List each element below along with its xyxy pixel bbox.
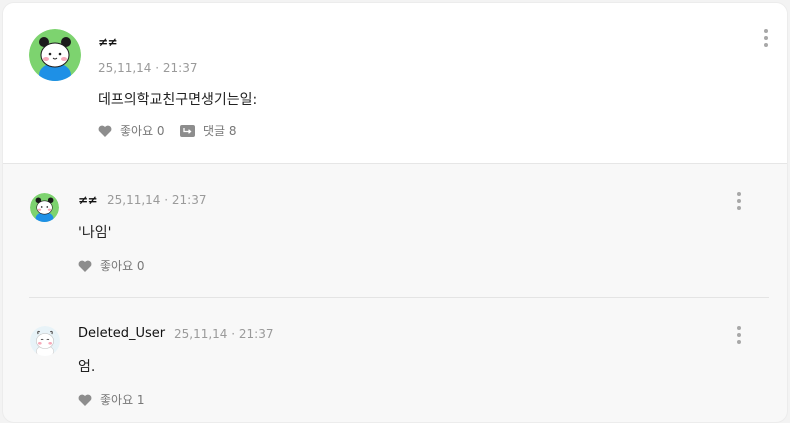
- main-post: ≠≠ 25,11,14 · 21:37 데프의학교친구면생기는일: 좋아요 0 …: [3, 3, 787, 164]
- comment-timestamp: 25,11,14 · 21:37: [107, 193, 207, 207]
- post-content: 데프의학교친구면생기는일:: [98, 92, 258, 108]
- post-more-menu-icon[interactable]: [759, 29, 773, 47]
- comment-timestamp: 25,11,14 · 21:37: [174, 327, 274, 341]
- comment-divider: [29, 297, 769, 298]
- comment-author-avatar[interactable]: [30, 193, 59, 222]
- comment-content: 엄.: [78, 359, 96, 375]
- post-timestamp: 25,11,14 · 21:37: [98, 61, 198, 75]
- comment-like-button[interactable]: 좋아요 1: [78, 391, 145, 408]
- heart-icon: [78, 394, 92, 406]
- heart-icon: [78, 260, 92, 272]
- post-author-name[interactable]: ≠≠: [98, 35, 118, 49]
- comment-author-avatar[interactable]: [30, 326, 60, 356]
- comment-content: '나임': [78, 225, 112, 241]
- comment-thread-card: ≠≠ 25,11,14 · 21:37 데프의학교친구면생기는일: 좋아요 0 …: [2, 2, 788, 423]
- comment-more-menu-icon[interactable]: [732, 192, 746, 210]
- post-like-label: 좋아요 0: [120, 124, 165, 138]
- reply-arrow-icon: [180, 124, 195, 137]
- post-comment-button[interactable]: 댓글 8: [180, 122, 237, 139]
- post-author-avatar[interactable]: [29, 29, 81, 81]
- post-like-button[interactable]: 좋아요 0: [98, 122, 165, 139]
- heart-icon: [98, 125, 112, 137]
- comment-author-name[interactable]: Deleted_User: [78, 326, 165, 341]
- comment-more-menu-icon[interactable]: [732, 326, 746, 344]
- comment-like-button[interactable]: 좋아요 0: [78, 257, 145, 274]
- post-comment-label: 댓글 8: [203, 124, 237, 138]
- comment-like-label: 좋아요 1: [100, 393, 145, 407]
- comment-author-name[interactable]: ≠≠: [78, 193, 98, 207]
- comment-like-label: 좋아요 0: [100, 259, 145, 273]
